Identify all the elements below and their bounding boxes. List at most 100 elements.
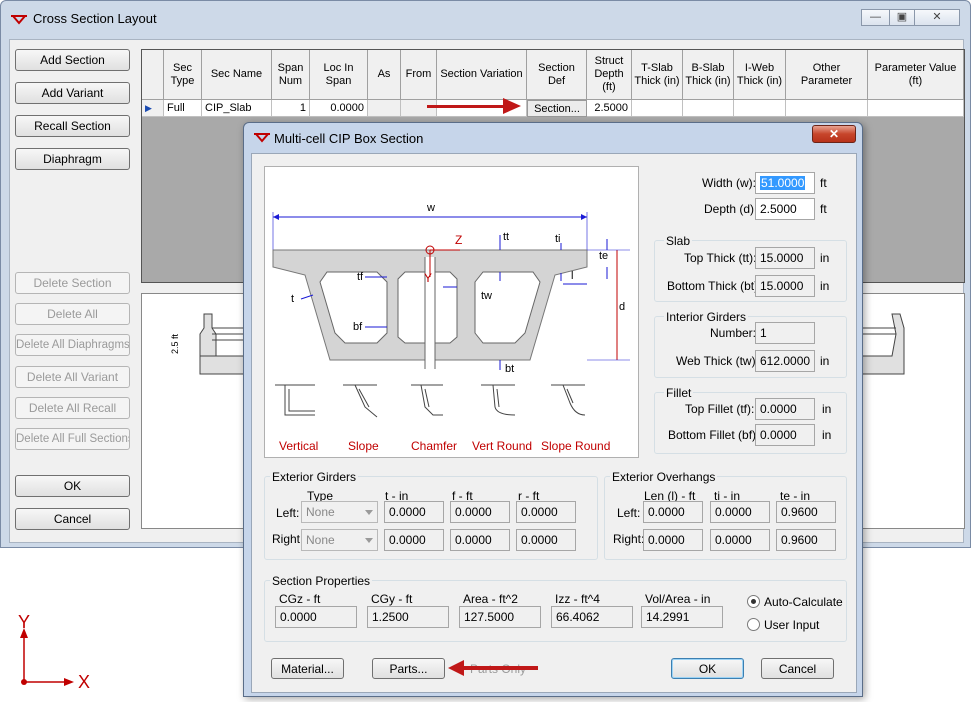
delete-all-diaphragms-button[interactable]: Delete All Diaphragms: [15, 334, 130, 356]
add-section-button[interactable]: Add Section: [15, 49, 130, 71]
cell-i-web[interactable]: [734, 100, 786, 117]
row-selector[interactable]: ▶: [142, 100, 164, 117]
grid-header[interactable]: As: [368, 50, 401, 100]
cgz-label: CGz - ft: [279, 592, 321, 606]
top-thick-label: Top Thick (tt):: [684, 251, 757, 265]
grid-header[interactable]: Other Parameter: [786, 50, 868, 100]
parts-button[interactable]: Parts...: [372, 658, 445, 679]
dialog-cancel-button[interactable]: Cancel: [761, 658, 834, 679]
ext-girder-left-f[interactable]: 0.0000: [450, 501, 510, 523]
recall-section-button[interactable]: Recall Section: [15, 115, 130, 137]
number-input[interactable]: 1: [755, 322, 815, 344]
ext-girder-left-r[interactable]: 0.0000: [516, 501, 576, 523]
ext-girder-right-r[interactable]: 0.0000: [516, 529, 576, 551]
grid-header[interactable]: I-Web Thick (in): [734, 50, 786, 100]
width-input[interactable]: 51.0000: [755, 172, 815, 194]
delete-all-full-sections-button[interactable]: Delete All Full Sections: [15, 428, 130, 450]
ext-girder-right-type-select[interactable]: None: [301, 529, 378, 551]
cell-loc-in-span[interactable]: 0.0000: [310, 100, 368, 117]
web-thick-input[interactable]: 612.0000: [755, 350, 815, 372]
main-cancel-button[interactable]: Cancel: [15, 508, 130, 530]
delete-section-button[interactable]: Delete Section: [15, 272, 130, 294]
area-input[interactable]: 127.5000: [459, 606, 541, 628]
delete-all-button[interactable]: Delete All: [15, 303, 130, 325]
top-fillet-input[interactable]: 0.0000: [755, 398, 815, 420]
overhang-left-te[interactable]: 0.9600: [776, 501, 836, 523]
dialog-close-button[interactable]: ✕: [812, 125, 856, 143]
maximize-button[interactable]: ▣: [889, 9, 915, 26]
grid-header[interactable]: T-Slab Thick (in): [632, 50, 683, 100]
delete-all-recall-button[interactable]: Delete All Recall: [15, 397, 130, 419]
main-ok-button[interactable]: OK: [15, 475, 130, 497]
dialog-client: w Z Y tt ti te l tf t tw bf bt d Vertica…: [251, 153, 857, 693]
grid-header[interactable]: Parameter Value (ft): [868, 50, 964, 100]
cgy-input[interactable]: 1.2500: [367, 606, 449, 628]
cell-as[interactable]: [368, 100, 401, 117]
ext-girder-left-type-value: None: [306, 505, 335, 519]
cell-sec-type[interactable]: Full: [164, 100, 202, 117]
cell-other-parameter[interactable]: [786, 100, 868, 117]
diagram-label-z: Z: [455, 233, 463, 247]
bottom-fillet-input[interactable]: 0.0000: [755, 424, 815, 446]
izz-input[interactable]: 66.4062: [551, 606, 633, 628]
grid-header[interactable]: B-Slab Thick (in): [683, 50, 734, 100]
close-button[interactable]: ✕: [914, 9, 960, 26]
material-button[interactable]: Material...: [271, 658, 344, 679]
overhang-left-ti[interactable]: 0.0000: [710, 501, 770, 523]
cell-t-slab[interactable]: [632, 100, 683, 117]
user-input-label[interactable]: User Input: [764, 618, 819, 632]
depth-label: Depth (d):: [704, 202, 758, 216]
bottom-thick-input[interactable]: 15.0000: [755, 275, 815, 297]
user-input-radio[interactable]: [747, 618, 760, 631]
overhang-right-te[interactable]: 0.9600: [776, 529, 836, 551]
top-thick-input[interactable]: 15.0000: [755, 247, 815, 269]
auto-calculate-radio[interactable]: [747, 595, 760, 608]
diaphragm-button[interactable]: Diaphragm: [15, 148, 130, 170]
cell-struct-depth[interactable]: 2.5000: [587, 100, 632, 117]
auto-calculate-label[interactable]: Auto-Calculate: [764, 595, 843, 609]
minimize-button[interactable]: —: [861, 9, 890, 26]
slab-group-label: Slab: [664, 234, 693, 248]
ext-girder-right-t[interactable]: 0.0000: [384, 529, 444, 551]
app-icon: [11, 15, 27, 25]
grid-header[interactable]: Sec Name: [202, 50, 272, 100]
cell-span-num[interactable]: 1: [272, 100, 310, 117]
depth-input[interactable]: 2.5000: [755, 198, 815, 220]
izz-label: Izz - ft^4: [555, 592, 600, 606]
ext-girder-right-type-value: None: [306, 533, 335, 547]
cell-from[interactable]: [401, 100, 437, 117]
overhang-right-len[interactable]: 0.0000: [643, 529, 703, 551]
grid-header[interactable]: From: [401, 50, 437, 100]
cell-b-slab[interactable]: [683, 100, 734, 117]
diagram-label-ti: ti: [555, 233, 561, 245]
dialog-ok-button[interactable]: OK: [671, 658, 744, 679]
ext-girder-left-t[interactable]: 0.0000: [384, 501, 444, 523]
top-fillet-label: Top Fillet (tf):: [685, 402, 755, 416]
cell-parameter-value[interactable]: [868, 100, 964, 117]
exterior-girders-label: Exterior Girders: [270, 470, 359, 484]
annotation-arrow: [427, 105, 507, 108]
grid-header[interactable]: Section Variation: [437, 50, 527, 100]
cell-sec-name[interactable]: CIP_Slab: [202, 100, 272, 117]
preview-depth-label: 2.5 ft: [170, 333, 180, 354]
multi-cell-cip-box-dialog: Multi-cell CIP Box Section ✕ w Z Y tt ti…: [243, 122, 863, 697]
diagram-label-tw: tw: [481, 290, 492, 302]
cgz-input[interactable]: 0.0000: [275, 606, 357, 628]
section-def-button[interactable]: Section...: [527, 100, 587, 117]
ext-girder-right-label: Right:: [272, 532, 304, 546]
grid-header[interactable]: Span Num: [272, 50, 310, 100]
grid-header[interactable]: Section Def: [527, 50, 587, 100]
grid-header[interactable]: Sec Type: [164, 50, 202, 100]
overhang-left-len[interactable]: 0.0000: [643, 501, 703, 523]
delete-all-variant-button[interactable]: Delete All Variant: [15, 366, 130, 388]
diagram-label-bt: bt: [505, 363, 515, 375]
grid-header[interactable]: Loc In Span: [310, 50, 368, 100]
grid-header[interactable]: Struct Depth (ft): [587, 50, 632, 100]
overhang-right-ti[interactable]: 0.0000: [710, 529, 770, 551]
ext-girder-left-type-select[interactable]: None: [301, 501, 378, 523]
section-preview-drawing: [199, 313, 252, 375]
add-variant-button[interactable]: Add Variant: [15, 82, 130, 104]
vol-area-input[interactable]: 14.2991: [641, 606, 723, 628]
dialog-title: Multi-cell CIP Box Section: [274, 131, 424, 146]
ext-girder-right-f[interactable]: 0.0000: [450, 529, 510, 551]
